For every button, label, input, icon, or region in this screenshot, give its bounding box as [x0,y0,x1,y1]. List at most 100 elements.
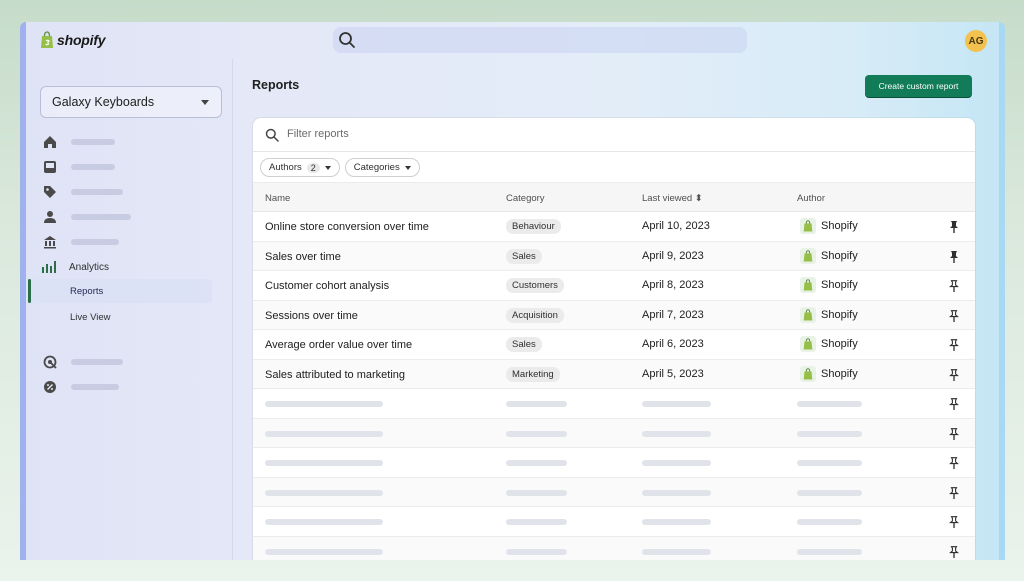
report-name[interactable]: Customer cohort analysis [265,280,389,292]
category-badge: Marketing [506,366,560,382]
report-name[interactable]: Online store conversion over time [265,221,429,233]
nav-reports-label: Reports [70,285,104,297]
table-row[interactable]: Average order value over time Sales April … [253,330,975,360]
pin-icon[interactable] [948,309,960,322]
skeleton-bar [265,548,383,555]
pin-icon[interactable] [948,339,960,351]
skeleton-bar [506,489,567,496]
global-search-bar[interactable] [333,27,747,53]
store-selector[interactable]: Galaxy Keyboards [40,86,222,118]
skeleton-bar [797,519,862,525]
table-header: Name Category Last viewed ⬍ Author [253,182,975,212]
pin-icon[interactable] [948,427,960,440]
target-icon [42,354,58,370]
skeleton-bar [265,519,383,525]
category-badge: Acquisition [506,307,564,323]
placeholder-row [253,507,975,537]
pin-icon[interactable] [948,398,960,410]
last-viewed-date: April 9, 2023 [642,249,704,262]
brand-name: shopify [57,32,106,48]
author-name: Shopify [821,249,858,262]
home-icon [42,134,58,150]
last-viewed-date: April 10, 2023 [642,220,710,232]
create-custom-report-button[interactable]: Create custom report [865,75,972,97]
skeleton-bar [506,430,567,437]
pin-icon[interactable] [948,516,960,528]
nav-products[interactable] [42,182,123,202]
table-row[interactable]: Customer cohort analysis Customers April 8… [253,271,975,301]
column-header-author[interactable]: Author [797,193,825,204]
skeleton-bar [506,460,567,466]
pin-icon[interactable] [948,280,960,292]
pin-icon[interactable] [949,221,959,233]
skeleton-bar [642,460,711,466]
report-name[interactable]: Sales over time [265,251,341,263]
nav-customers[interactable] [42,207,131,227]
author-cell: Shopify [800,306,858,323]
author-name: Shopify [821,220,858,232]
nav-reports[interactable]: Reports [28,279,212,303]
column-header-category[interactable]: Category [506,193,545,204]
nav-orders[interactable] [42,157,115,177]
filter-chips: Authors 2 Categories [260,158,420,177]
app-window: shopify AG Galaxy Keyboards Analytics Re… [20,22,1005,560]
categories-filter-chip[interactable]: Categories [344,158,420,177]
author-cell: Shopify [800,277,858,293]
nav-live-view-label: Live View [70,311,111,323]
column-header-name[interactable]: Name [265,193,290,204]
nav-marketing[interactable] [42,352,123,372]
discount-icon [42,379,58,395]
pin-icon[interactable] [948,457,960,469]
reports-table-body: Online store conversion over time Behavio… [253,212,975,560]
nav-home[interactable] [42,132,115,152]
shopify-bag-icon [800,218,816,234]
nav-analytics[interactable]: Analytics [42,257,109,277]
report-name[interactable]: Sales attributed to marketing [265,369,405,381]
nav-label-placeholder [71,239,119,245]
column-header-last-viewed[interactable]: Last viewed ⬍ [642,193,703,204]
bar-chart-icon [42,259,58,275]
skeleton-bar [642,548,711,555]
tag-icon [42,184,58,200]
pin-icon[interactable] [949,250,959,263]
user-avatar[interactable]: AG [965,30,987,52]
last-viewed-date: April 7, 2023 [642,308,704,321]
shopify-bag-icon [800,336,816,352]
nav-label-placeholder [71,384,119,390]
skeleton-bar [797,460,862,466]
nav-label-placeholder [71,139,115,145]
table-row[interactable]: Sales over time Sales April 9, 2023 Shopify [253,241,975,271]
chevron-down-icon [201,100,209,105]
bank-icon [42,234,58,250]
nav-label-placeholder [71,214,131,220]
filter-reports-input[interactable]: Filter reports [287,128,349,140]
table-row[interactable]: Online store conversion over time Behavio… [253,212,975,242]
skeleton-bar [265,401,383,407]
pin-icon[interactable] [948,368,960,381]
last-viewed-date: April 5, 2023 [642,367,704,380]
report-name[interactable]: Sessions over time [265,310,358,322]
category-badge: Sales [506,337,542,352]
caret-down-icon [324,165,331,170]
skeleton-bar [506,401,567,407]
shopify-bag-icon [800,277,816,293]
shopify-logo[interactable]: shopify [40,31,106,49]
categories-chip-label: Categories [353,162,400,173]
author-cell: Shopify [800,336,858,352]
table-row[interactable]: Sales attributed to marketing Marketing Ap… [253,359,975,389]
report-name[interactable]: Average order value over time [265,339,412,351]
nav-discounts[interactable] [42,377,119,397]
active-indicator [28,279,31,303]
authors-filter-chip[interactable]: Authors 2 [260,158,340,177]
nav-label-placeholder [71,189,123,195]
pin-icon[interactable] [948,486,960,499]
nav-live-view[interactable]: Live View [28,305,212,329]
pin-icon[interactable] [948,545,960,558]
skeleton-bar [797,489,862,496]
nav-finances[interactable] [42,232,119,252]
table-row[interactable]: Sessions over time Acquisition April 7, 20… [253,300,975,330]
last-viewed-date: April 8, 2023 [642,279,704,291]
author-cell: Shopify [800,247,858,264]
author-name: Shopify [821,367,858,380]
last-viewed-date: April 6, 2023 [642,338,704,350]
